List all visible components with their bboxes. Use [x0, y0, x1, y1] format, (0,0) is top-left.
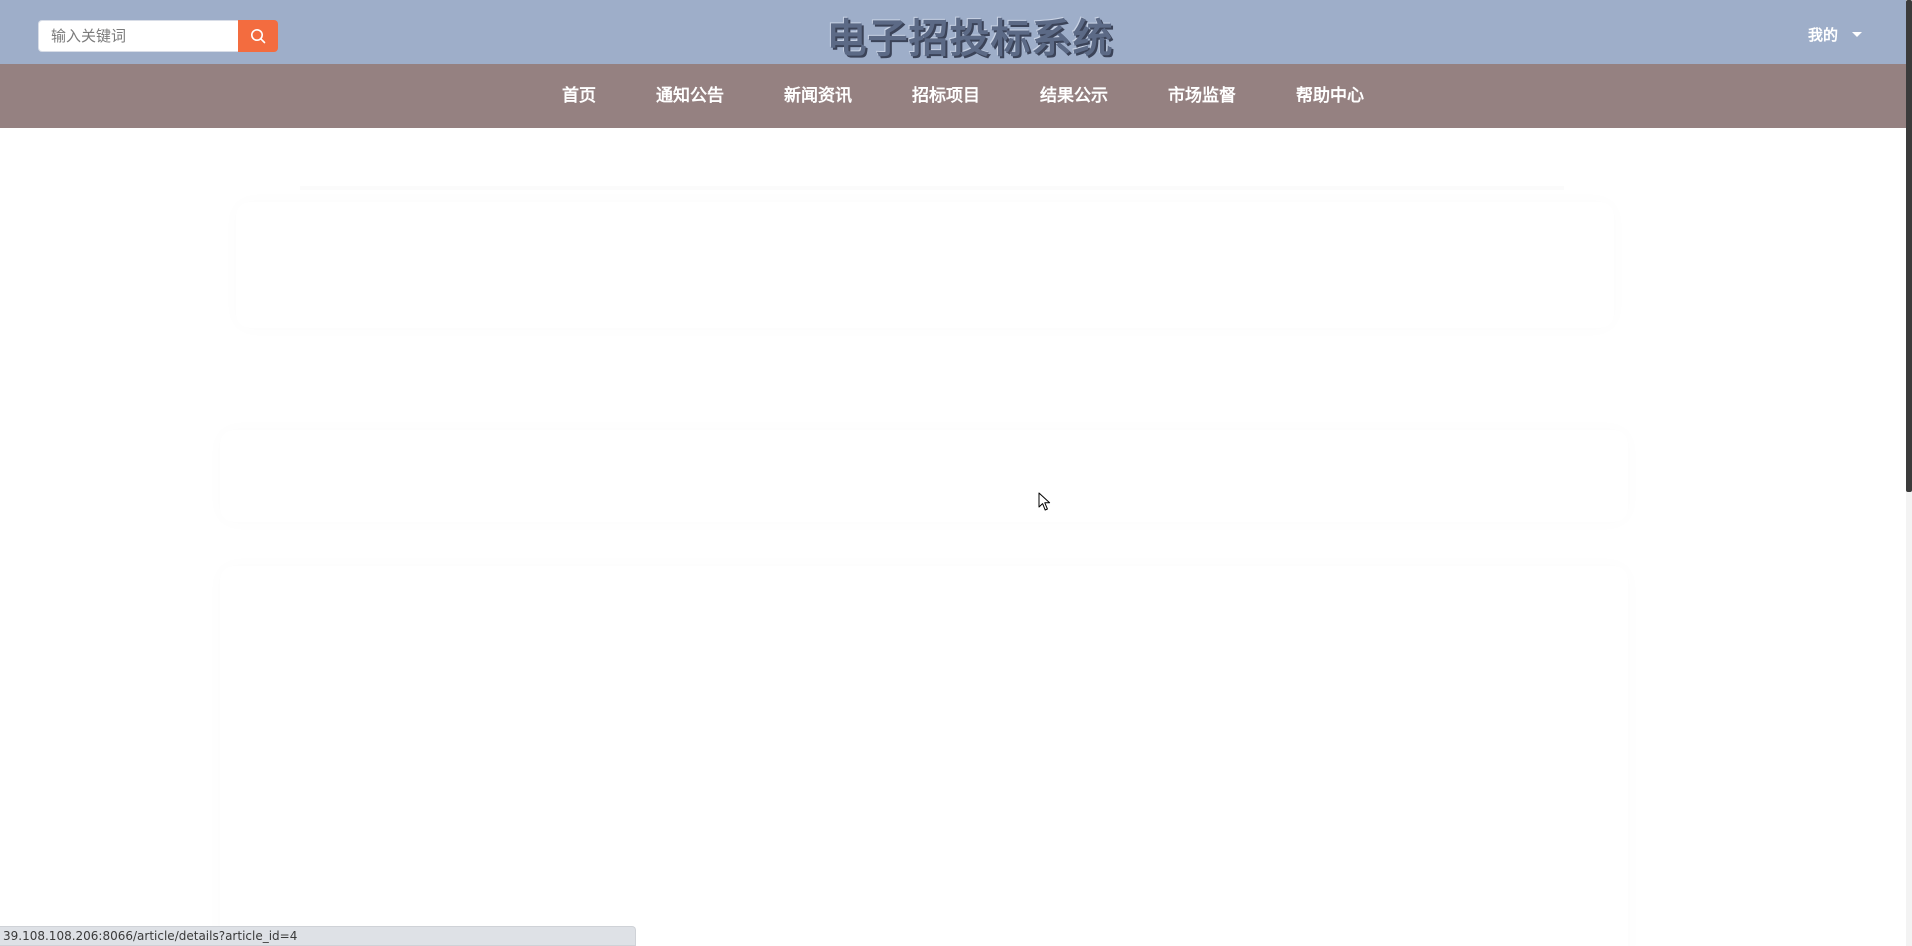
loading-placeholder-card: [236, 202, 1614, 328]
top-header: 电子招投标系统 我的: [0, 0, 1912, 64]
nav-item-home[interactable]: 首页: [532, 64, 626, 128]
loading-placeholder-line: [300, 186, 1564, 190]
scrollbar-thumb[interactable]: [1906, 0, 1912, 492]
browser-status-bar: 39.108.108.206:8066/article/details?arti…: [0, 926, 636, 946]
site-title: 电子招投标系统: [826, 16, 1114, 62]
nav-item-market-supervision[interactable]: 市场监督: [1138, 64, 1266, 128]
user-menu-dropdown[interactable]: 我的: [1808, 24, 1862, 45]
nav-item-notices[interactable]: 通知公告: [626, 64, 754, 128]
user-menu-label: 我的: [1807, 26, 1838, 44]
main-nav: 首页 通知公告 新闻资讯 招标项目 结果公示 市场监督 帮助中心: [0, 64, 1912, 128]
mouse-cursor-icon: [1038, 492, 1051, 511]
loading-placeholder-card: [220, 566, 1628, 946]
nav-item-help-center[interactable]: 帮助中心: [1266, 64, 1394, 128]
page: 电子招投标系统 我的 首页 通知公告 新闻资讯 招标项目 结果公示 市场监督 帮…: [0, 0, 1912, 946]
loading-placeholder-card: [220, 430, 1628, 522]
vertical-scrollbar[interactable]: [1906, 0, 1912, 946]
caret-down-icon: [1852, 32, 1862, 37]
nav-item-news[interactable]: 新闻资讯: [754, 64, 882, 128]
nav-item-results[interactable]: 结果公示: [1010, 64, 1138, 128]
nav-item-tender-projects[interactable]: 招标项目: [882, 64, 1010, 128]
